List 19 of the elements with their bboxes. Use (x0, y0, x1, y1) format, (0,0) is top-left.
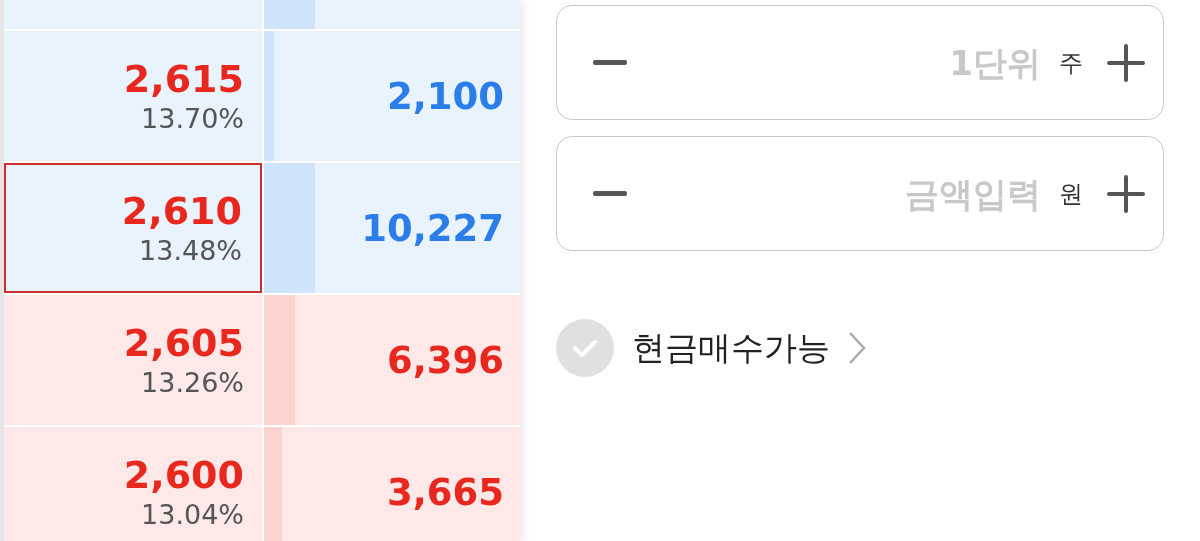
volume-text: 6,396 (386, 338, 504, 382)
price-text: 2,610 (121, 188, 242, 234)
price-cell[interactable]: 2,605 13.26% (4, 295, 262, 425)
price-text: 2,615 (123, 56, 244, 102)
price-cell[interactable]: 2,615 13.70% (4, 31, 262, 161)
volume-text: 2,100 (386, 74, 504, 118)
cash-buy-label[interactable]: 현금매수가능 (632, 325, 830, 371)
price-text: 2,605 (123, 320, 244, 366)
volume-text: 10,227 (361, 206, 504, 250)
price-text: 2,600 (123, 452, 244, 498)
price-cell[interactable]: 2,600 13.04% (4, 427, 262, 541)
rate-text: 13.04% (141, 498, 244, 532)
rate-text: 13.26% (141, 366, 244, 400)
price-cell[interactable]: 2,610 13.48% (4, 163, 262, 293)
volume-text: 3,665 (386, 470, 504, 514)
unit-label: 원 (1059, 178, 1083, 210)
rate-text: 13.70% (141, 102, 244, 136)
unit-label: 주 (1059, 47, 1083, 79)
rate-text: 13.48% (139, 234, 242, 268)
